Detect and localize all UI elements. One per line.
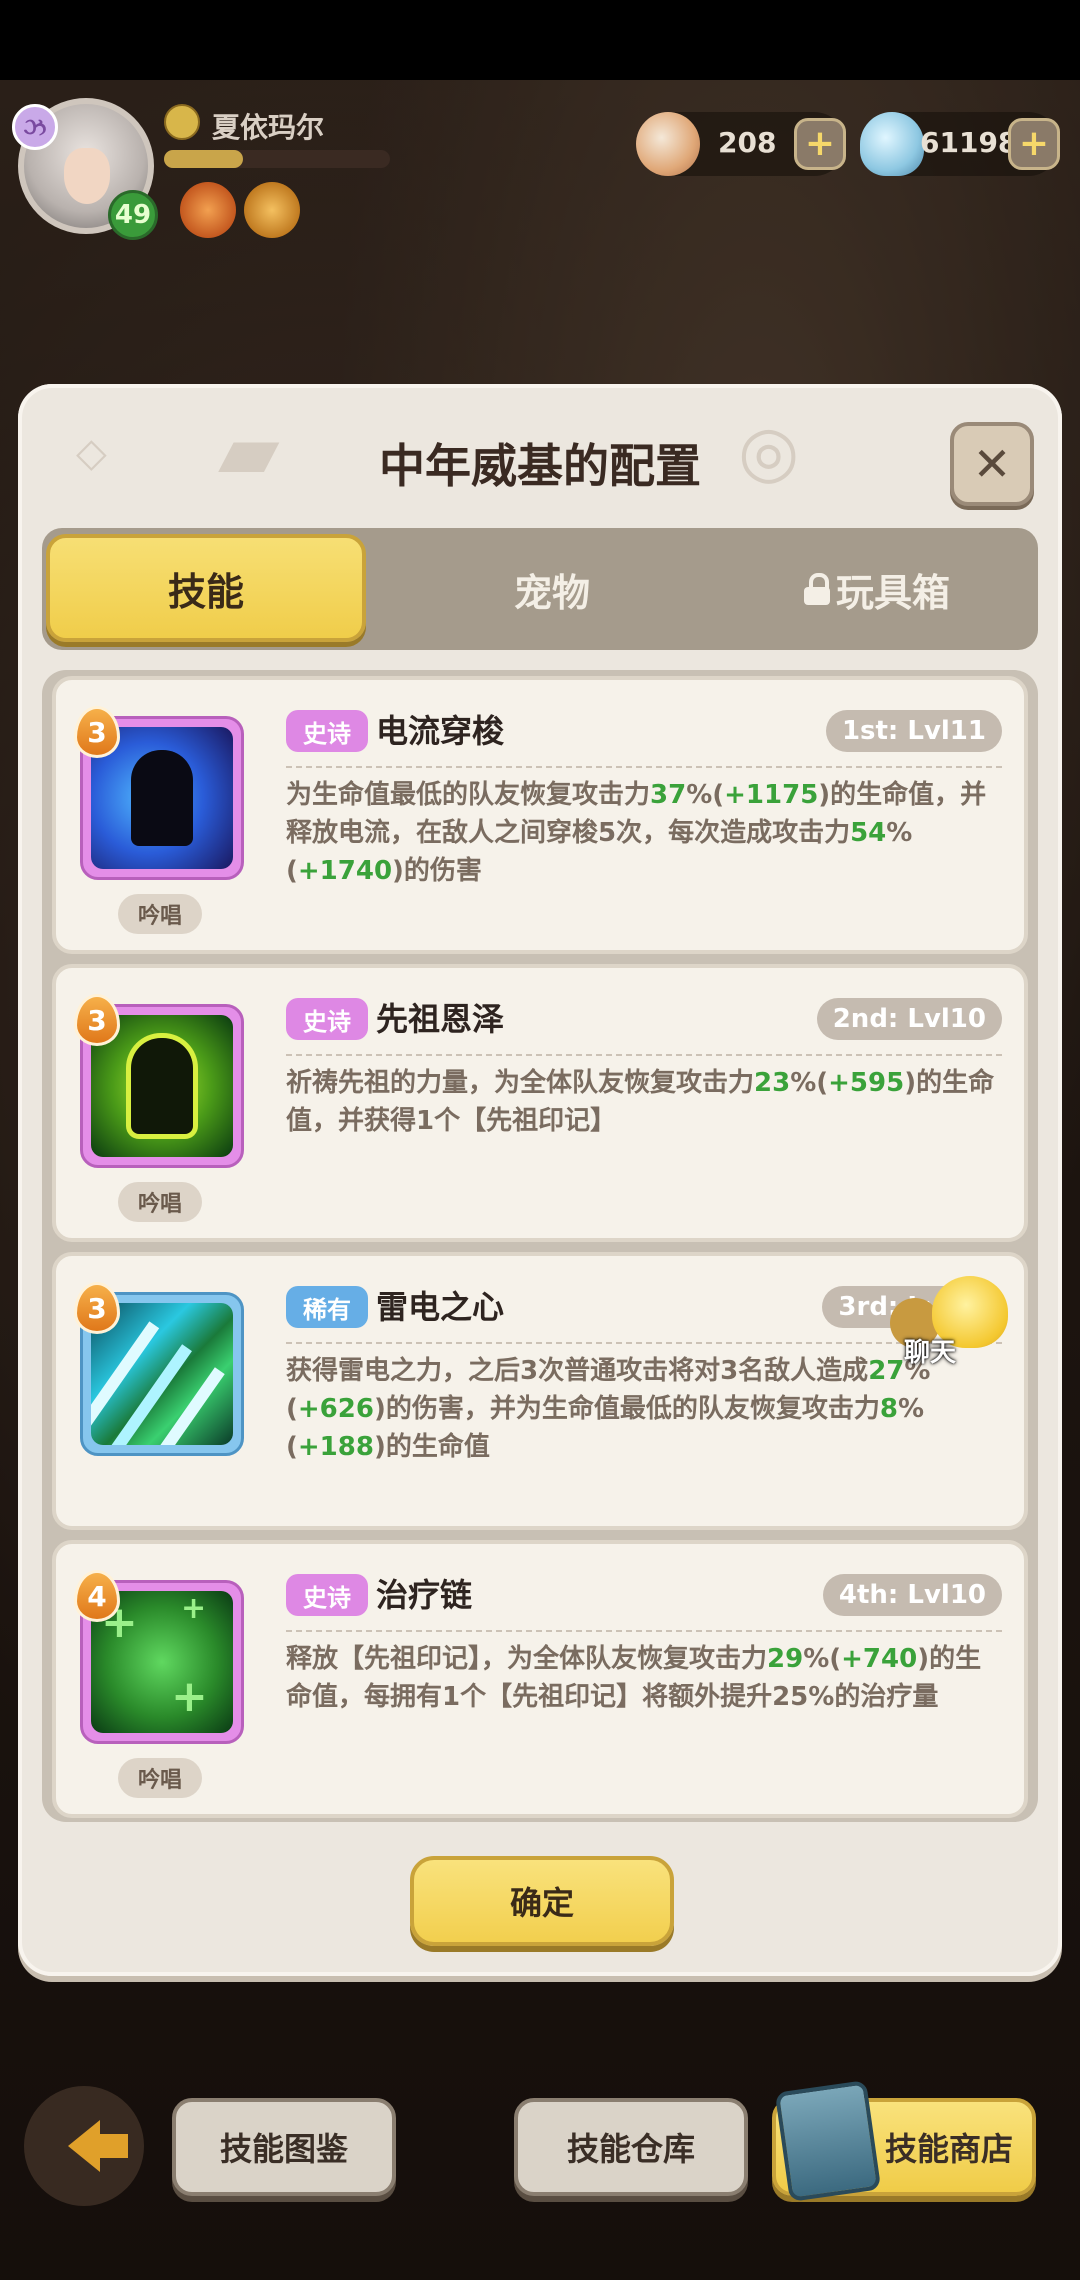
stat-value: +740 <box>841 1644 918 1674</box>
status-bar <box>0 0 1080 80</box>
chat-button[interactable]: 聊天 <box>890 1276 1010 1368</box>
rarity-badge: 稀有 <box>286 1286 368 1328</box>
description-text: 祈祷先祖的力量，为全体队友恢复攻击力 <box>286 1068 755 1098</box>
add-gems-button[interactable]: + <box>1008 118 1060 170</box>
rarity-badge: 史诗 <box>286 998 368 1040</box>
stat-value: 8 <box>879 1394 898 1424</box>
confirm-button[interactable]: 确定 <box>410 1856 674 1946</box>
gem-currency: 611982 + <box>860 112 1060 176</box>
description-text: %( <box>686 780 725 810</box>
slot-level-tag: 1st: Lvl11 <box>825 710 1002 752</box>
close-button[interactable]: ✕ <box>950 422 1034 506</box>
slot-level-tag: 2nd: Lvl10 <box>816 998 1002 1040</box>
player-level-badge: 49 <box>108 190 158 240</box>
description-text: %( <box>803 1644 842 1674</box>
stat-value: +188 <box>297 1432 374 1462</box>
skill-level-badge: 3 <box>74 706 120 758</box>
shell-currency: 208 + <box>636 112 846 176</box>
add-shells-button[interactable]: + <box>794 118 846 170</box>
stat-value: +1740 <box>297 856 393 886</box>
lock-icon <box>803 573 830 605</box>
skill-card[interactable]: + + + 4 吟唱 史诗 治疗链 4th: Lvl10 释放【先祖印记】，为全… <box>52 1540 1028 1818</box>
skill-card[interactable]: 3 吟唱 史诗 先祖恩泽 2nd: Lvl10 祈祷先祖的力量，为全体队友恢复攻… <box>52 964 1028 1242</box>
achievement-icon[interactable] <box>244 182 300 238</box>
skill-level-badge: 4 <box>74 1570 120 1622</box>
stat-value: 29 <box>767 1644 804 1674</box>
tab-skills[interactable]: 技能 <box>46 534 366 642</box>
rarity-badge: 史诗 <box>286 1574 368 1616</box>
divider <box>286 766 1002 768</box>
divider <box>286 1054 1002 1056</box>
modal-title: 中年威基的配置 <box>379 439 701 493</box>
skill-description: 为生命值最低的队友恢复攻击力37%(+1175)的生命值，并释放电流，在敌人之间… <box>286 776 1004 890</box>
chant-tag: 吟唱 <box>118 1758 202 1798</box>
back-arrow-icon <box>68 2120 128 2172</box>
skill-name: 雷电之心 <box>376 1288 505 1326</box>
shell-amount: 208 <box>718 126 777 159</box>
skill-storage-button[interactable]: 技能仓库 <box>514 2098 748 2196</box>
description-text: 释放【先祖印记】，为全体队友恢复攻击力 <box>286 1644 768 1674</box>
chant-tag: 吟唱 <box>118 894 202 934</box>
tab-pets[interactable]: 宠物 <box>402 528 702 650</box>
skill-name: 先祖恩泽 <box>376 1000 505 1038</box>
avatar-class-badge: ઝ <box>12 104 58 150</box>
description-text: %( <box>790 1068 829 1098</box>
tab-label: 宠物 <box>513 570 590 615</box>
skill-description: 获得雷电之力，之后3次普通攻击将对3名敌人造成27%(+626)的伤害，并为生命… <box>286 1352 1004 1466</box>
tab-label: 技能 <box>167 569 244 614</box>
stat-value: 37 <box>650 780 687 810</box>
description-text: )的伤害，并为生命值最低的队友恢复攻击力 <box>373 1394 880 1424</box>
avatar-face <box>64 148 110 204</box>
player-emoji-icon <box>164 104 200 140</box>
skill-description: 释放【先祖印记】，为全体队友恢复攻击力29%(+740)的生命值，每拥有1个【先… <box>286 1640 1004 1716</box>
skill-shop-icon <box>774 2080 882 2202</box>
exp-bar <box>164 150 390 168</box>
player-name: 夏依玛尔 <box>212 111 325 144</box>
stat-value: +1175 <box>724 780 819 810</box>
stat-value: 23 <box>754 1068 791 1098</box>
skill-name: 治疗链 <box>376 1576 473 1614</box>
tab-label: 玩具箱 <box>835 570 950 615</box>
close-icon: ✕ <box>972 437 1012 491</box>
stat-value: +595 <box>828 1068 905 1098</box>
description-text: 为生命值最低的队友恢复攻击力 <box>286 780 651 810</box>
skill-name: 电流穿梭 <box>376 712 505 750</box>
divider <box>286 1630 1002 1632</box>
skill-list: 3 吟唱 史诗 电流穿梭 1st: Lvl11 为生命值最低的队友恢复攻击力37… <box>42 670 1038 1822</box>
loadout-modal: ◇ ▰ ◎ 中年威基的配置 ✕ 宠物 玩具箱 技能 3 吟唱 史诗 电流穿梭 1… <box>18 384 1062 1976</box>
stat-value: 54 <box>850 818 887 848</box>
chat-label: 聊天 <box>904 1338 957 1368</box>
skill-description: 祈祷先祖的力量，为全体队友恢复攻击力23%(+595)的生命值，并获得1个【先祖… <box>286 1064 1004 1140</box>
back-button[interactable] <box>24 2086 144 2206</box>
achievement-icon[interactable] <box>180 182 236 238</box>
slot-level-tag: 4th: Lvl10 <box>822 1574 1002 1616</box>
tab-bar: 宠物 玩具箱 技能 <box>42 528 1038 650</box>
gem-icon <box>860 112 924 176</box>
description-text: )的生命值 <box>373 1432 490 1462</box>
rarity-badge: 史诗 <box>286 710 368 752</box>
skill-card[interactable]: 3 吟唱 史诗 电流穿梭 1st: Lvl11 为生命值最低的队友恢复攻击力37… <box>52 676 1028 954</box>
skill-level-badge: 3 <box>74 1282 120 1334</box>
description-text: 获得雷电之力，之后3次普通攻击将对3名敌人造成 <box>286 1356 869 1386</box>
skill-codex-button[interactable]: 技能图鉴 <box>172 2098 396 2196</box>
skill-level-badge: 3 <box>74 994 120 1046</box>
shell-icon <box>636 112 700 176</box>
stat-value: +626 <box>297 1394 374 1424</box>
tab-toybox[interactable]: 玩具箱 <box>732 528 1022 650</box>
exp-bar-fill <box>164 150 244 168</box>
skill-card[interactable]: 3 稀有 雷电之心 3rd: Lvl10 获得雷电之力，之后3次普通攻击将对3名… <box>52 1252 1028 1530</box>
description-text: )的伤害 <box>392 856 482 886</box>
chant-tag: 吟唱 <box>118 1182 202 1222</box>
